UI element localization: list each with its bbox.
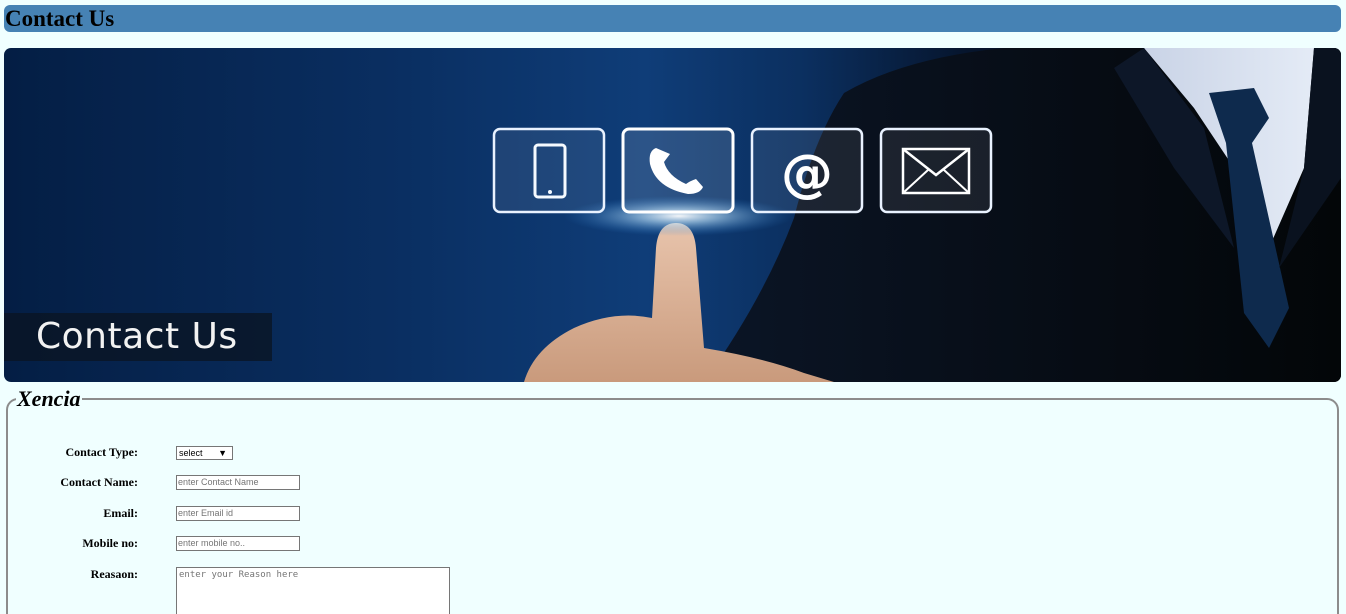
telephone-icon xyxy=(621,127,735,214)
reason-textarea[interactable]: enter your Reason here xyxy=(176,567,450,614)
email-input[interactable]: enter Email id xyxy=(176,506,300,521)
contact-type-select[interactable]: select ▼ xyxy=(176,446,233,460)
at-sign-icon: @ xyxy=(750,127,864,214)
reason-label: Reasaon: xyxy=(90,567,138,581)
mobile-input[interactable]: enter mobile no.. xyxy=(176,536,300,551)
contact-type-label: Contact Type: xyxy=(65,445,138,459)
contact-page: Contact Us @ Contact Us Xencia Contact T… xyxy=(0,0,1346,614)
contact-form: Xencia Contact Type: select ▼ Contact Na… xyxy=(6,388,1339,614)
contact-type-selected-value: select xyxy=(179,448,203,458)
page-title: Contact Us xyxy=(5,6,115,31)
email-label: Email: xyxy=(103,506,138,520)
contact-name-input[interactable]: enter Contact Name xyxy=(176,475,300,490)
banner-caption: Contact Us xyxy=(36,316,238,357)
header-bar: Contact Us xyxy=(4,5,1341,32)
mobile-phone-icon xyxy=(492,127,606,214)
reason-placeholder: enter your Reason here xyxy=(179,570,299,580)
form-legend: Xencia xyxy=(17,386,81,411)
mobile-label: Mobile no: xyxy=(82,536,138,550)
contact-name-label: Contact Name: xyxy=(60,475,138,489)
envelope-icon xyxy=(879,127,993,214)
contact-banner-image: @ Contact Us xyxy=(4,48,1341,382)
svg-text:@: @ xyxy=(781,144,833,204)
chevron-down-icon: ▼ xyxy=(218,448,227,458)
